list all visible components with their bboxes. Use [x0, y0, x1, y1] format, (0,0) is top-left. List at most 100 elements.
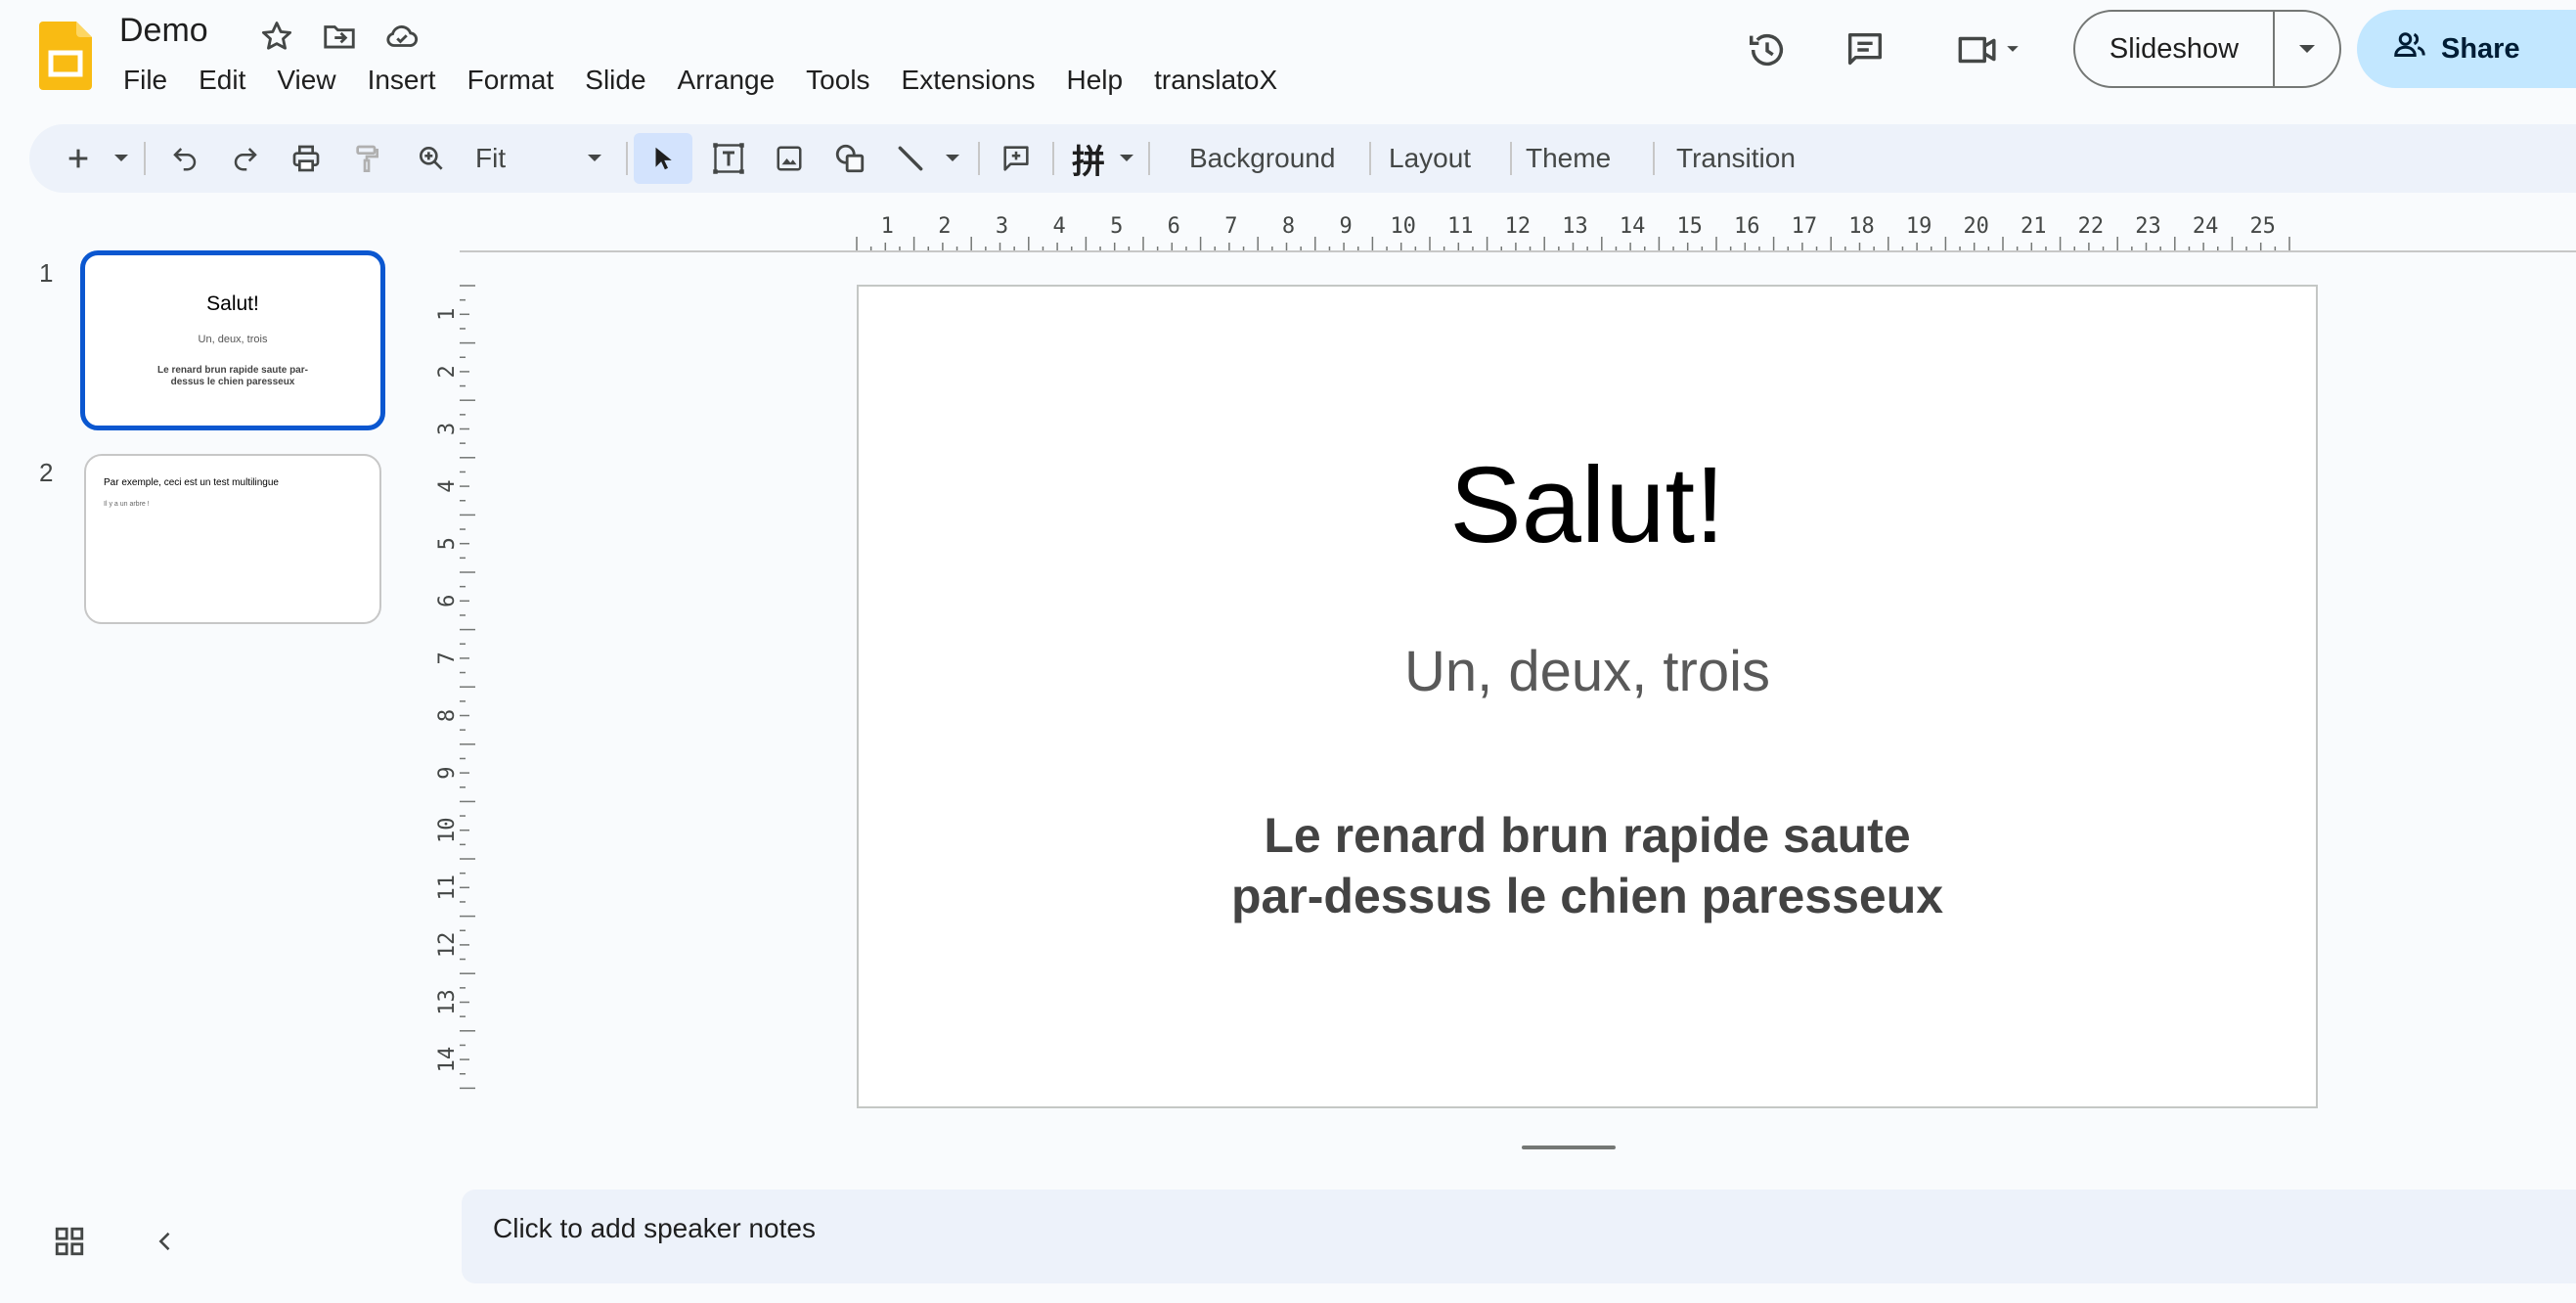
- thumb-title: Salut!: [206, 292, 259, 315]
- ruler-label: 18: [1848, 214, 1875, 239]
- notes-resize-handle[interactable]: [1522, 1146, 1616, 1149]
- menu-translatox[interactable]: translatoX: [1138, 61, 1293, 100]
- transition-button[interactable]: Transition: [1666, 133, 1805, 184]
- star-icon[interactable]: [258, 18, 295, 55]
- menu-view[interactable]: View: [261, 61, 351, 100]
- ruler-label: 6: [1168, 214, 1180, 239]
- slideshow-label[interactable]: Slideshow: [2075, 12, 2275, 86]
- thumb-subtitle: Un, deux, trois: [198, 334, 268, 345]
- speaker-notes[interactable]: Click to add speaker notes: [462, 1190, 2576, 1283]
- line-tool-icon[interactable]: [886, 133, 935, 184]
- thumb-body: Il y a un arbre !: [104, 501, 150, 508]
- slide-canvas[interactable]: Salut! Un, deux, trois Le renard brun ra…: [857, 285, 2318, 1108]
- ruler-label: 14: [435, 1047, 460, 1073]
- ruler-label: 16: [1734, 214, 1760, 239]
- meet-video-icon[interactable]: [1946, 25, 2034, 74]
- zoom-icon[interactable]: [407, 133, 456, 184]
- slides-logo[interactable]: [39, 22, 92, 90]
- thumb-body: Le renard brun rapide saute par-dessus l…: [157, 365, 308, 387]
- menu-insert[interactable]: Insert: [352, 61, 452, 100]
- new-slide-dropdown-icon[interactable]: [108, 133, 135, 184]
- ruler-label: 8: [1282, 214, 1295, 239]
- ruler-label: 10: [1390, 214, 1416, 239]
- document-title[interactable]: Demo: [119, 12, 208, 50]
- input-tools-dropdown-icon[interactable]: [1113, 133, 1140, 184]
- slide-number: 2: [39, 458, 54, 487]
- grid-view-icon[interactable]: [45, 1217, 94, 1266]
- ruler-label: 4: [1052, 214, 1065, 239]
- shapes-icon[interactable]: [825, 133, 874, 184]
- select-tool-icon[interactable]: [634, 133, 692, 184]
- version-history-icon[interactable]: [1743, 25, 1792, 74]
- share-button[interactable]: Share: [2357, 10, 2576, 88]
- menu-tools[interactable]: Tools: [790, 61, 885, 100]
- comments-icon[interactable]: [1841, 25, 1889, 74]
- share-label: Share: [2441, 32, 2520, 65]
- theme-button[interactable]: Theme: [1516, 133, 1621, 184]
- ruler-label: 12: [435, 932, 460, 959]
- slide-thumbnail-1[interactable]: Salut! Un, deux, trois Le renard brun ra…: [80, 250, 385, 430]
- ruler-label: 7: [435, 652, 460, 664]
- toolbar: Fit 拼 Background Layout Theme Transition: [29, 124, 2576, 193]
- ruler-label: 1: [881, 214, 894, 239]
- ruler-label: 23: [2135, 214, 2161, 239]
- paint-format-icon[interactable]: [342, 133, 391, 184]
- thumb-title: Par exemple, ceci est un test multilingu…: [104, 477, 279, 488]
- menu-extensions[interactable]: Extensions: [886, 61, 1051, 100]
- menu-arrange[interactable]: Arrange: [662, 61, 791, 100]
- slide-body-text[interactable]: Le renard brun rapide saute par-dessus l…: [1221, 805, 1954, 926]
- undo-icon[interactable]: [160, 133, 209, 184]
- zoom-dropdown-icon[interactable]: [575, 133, 614, 184]
- ruler-label: 13: [435, 989, 460, 1015]
- vertical-ruler[interactable]: 1234567891011121314: [435, 252, 499, 1139]
- print-icon[interactable]: [282, 133, 331, 184]
- ruler-label: 17: [1792, 214, 1818, 239]
- ruler-label: 20: [1963, 214, 1989, 239]
- menu-slide[interactable]: Slide: [569, 61, 661, 100]
- ruler-label: 9: [435, 766, 460, 779]
- ruler-label: 13: [1562, 214, 1588, 239]
- layout-button[interactable]: Layout: [1379, 133, 1481, 184]
- insert-image-icon[interactable]: [765, 133, 814, 184]
- ruler-label: 12: [1505, 214, 1532, 239]
- input-tools-icon[interactable]: 拼: [1064, 133, 1113, 184]
- menu-help[interactable]: Help: [1051, 61, 1139, 100]
- ruler-label: 2: [435, 365, 460, 378]
- text-box-icon[interactable]: [704, 133, 753, 184]
- background-button[interactable]: Background: [1179, 133, 1345, 184]
- menu-format[interactable]: Format: [452, 61, 570, 100]
- new-slide-icon[interactable]: [59, 133, 98, 184]
- add-comment-icon[interactable]: [992, 133, 1041, 184]
- slide-title[interactable]: Salut!: [859, 443, 2316, 567]
- ruler-label: 24: [2193, 214, 2219, 239]
- speaker-notes-placeholder: Click to add speaker notes: [493, 1213, 816, 1243]
- ruler-label: 6: [435, 595, 460, 607]
- ruler-label: 19: [1906, 214, 1932, 239]
- slideshow-dropdown-icon[interactable]: [2275, 12, 2339, 86]
- ruler-label: 22: [2078, 214, 2105, 239]
- slideshow-button[interactable]: Slideshow: [2073, 10, 2341, 88]
- ruler-label: 9: [1339, 214, 1352, 239]
- zoom-value: Fit: [475, 143, 507, 173]
- redo-icon[interactable]: [221, 133, 270, 184]
- ruler-label: 4: [435, 479, 460, 492]
- ruler-label: 5: [1110, 214, 1123, 239]
- ruler-label: 10: [435, 817, 460, 843]
- ruler-label: 3: [996, 214, 1008, 239]
- slide-thumbnail-2[interactable]: Par exemple, ceci est un test multilingu…: [84, 454, 381, 624]
- cloud-saved-icon[interactable]: [383, 18, 421, 55]
- ruler-label: 3: [435, 423, 460, 435]
- menu-edit[interactable]: Edit: [183, 61, 261, 100]
- menu-bar: File Edit View Insert Format Slide Arran…: [108, 61, 1293, 100]
- ruler-label: 7: [1224, 214, 1237, 239]
- horizontal-ruler[interactable]: 1 2 3 4 5 6 7 8 9 10 11 12 13 14 15 16 17 18 19 20 21 22 23 24 2…: [460, 209, 2576, 252]
- slide-subtitle[interactable]: Un, deux, trois: [859, 639, 2316, 704]
- menu-file[interactable]: File: [108, 61, 183, 100]
- collapse-filmstrip-icon[interactable]: [141, 1217, 190, 1266]
- line-dropdown-icon[interactable]: [939, 133, 966, 184]
- ruler-label: 14: [1620, 214, 1646, 239]
- ruler-label: 8: [435, 709, 460, 722]
- slide-number: 1: [39, 258, 54, 288]
- move-folder-icon[interactable]: [321, 18, 358, 55]
- people-icon: [2392, 27, 2427, 70]
